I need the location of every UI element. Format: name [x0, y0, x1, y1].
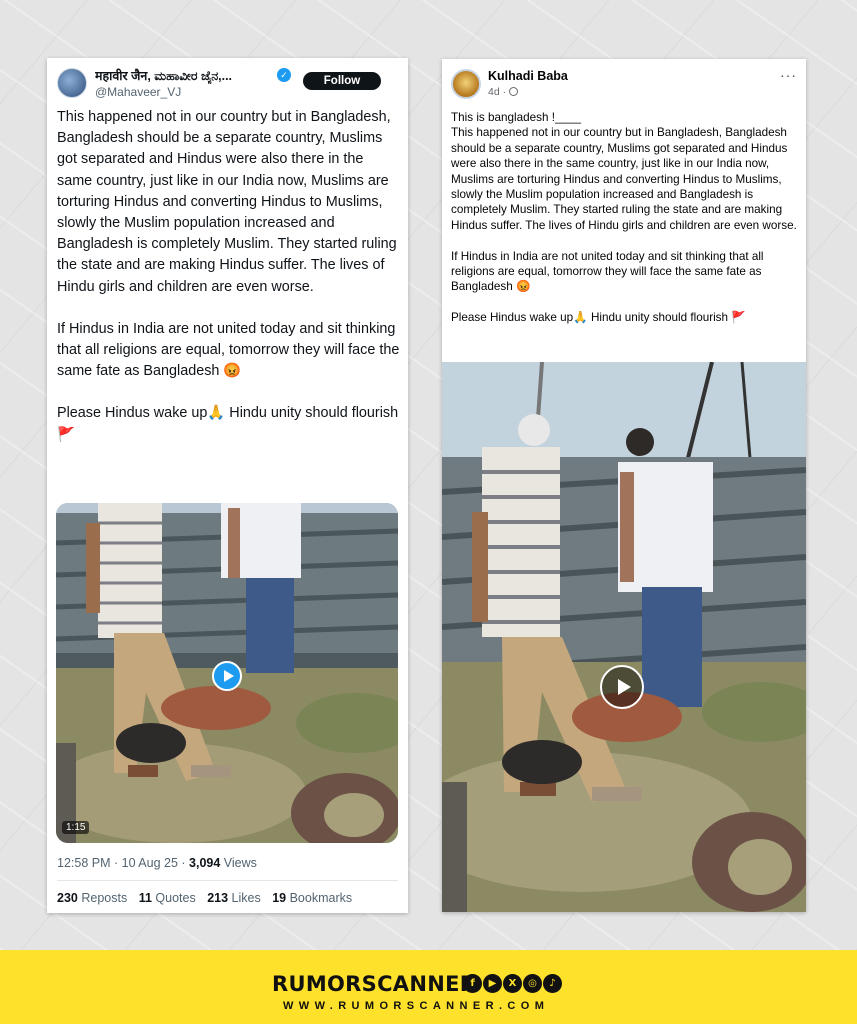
reposts-count: 230	[57, 891, 78, 905]
play-icon	[224, 670, 234, 682]
quotes-label: Quotes	[155, 891, 196, 905]
quotes-count: 11	[138, 891, 152, 905]
video-thumbnail[interactable]: 1:15	[56, 503, 398, 843]
verified-badge-icon: ✓	[277, 68, 291, 82]
video-thumbnail[interactable]	[442, 362, 806, 912]
post-time-label: 4d ·	[488, 86, 507, 98]
likes-stat[interactable]: 213 Likes	[207, 891, 261, 905]
website-url[interactable]: WWW.RUMORSCANNER.COM	[283, 1000, 549, 1012]
bookmarks-count: 19	[272, 891, 287, 905]
post-paragraph: This is bangladesh !____ This happened n…	[451, 111, 797, 232]
likes-label: Likes	[231, 891, 261, 905]
twitter-post-card: महावीर जैन, ಮಹಾವೀರ ಜೈನ,... ✓ @Mahaveer_V…	[47, 58, 408, 913]
footer-banner: RUMORSCANNER f ▶ X ◎ ♪ WWW.RUMORSCANNER.COM	[0, 950, 857, 1024]
author-handle[interactable]: @Mahaveer_VJ	[95, 85, 181, 99]
facebook-post-card: Kulhadi Baba 4d · ··· This is bangladesh…	[442, 59, 806, 912]
reposts-label: Reposts	[81, 891, 128, 905]
divider	[57, 880, 398, 881]
avatar[interactable]	[57, 68, 87, 98]
brand-logo: RUMORSCANNER	[272, 972, 477, 996]
facebook-icon[interactable]: f	[463, 974, 482, 993]
engagement-stats: 230 Reposts 11 Quotes 213 Likes 19 Bookm…	[57, 891, 360, 905]
play-icon	[618, 679, 631, 695]
globe-icon	[509, 87, 519, 96]
play-button[interactable]	[212, 661, 242, 691]
post-paragraph: This happened not in our country but in …	[57, 109, 397, 295]
bookmarks-stat[interactable]: 19 Bookmarks	[272, 891, 352, 905]
post-paragraph: Please Hindus wake up🙏 Hindu unity shoul…	[57, 405, 399, 443]
author-name[interactable]: महावीर जैन, ಮಹಾವೀರ ಜೈನ,...	[95, 67, 232, 84]
post-paragraph: If Hindus in India are not united today …	[57, 320, 400, 380]
follow-button[interactable]: Follow	[303, 72, 381, 90]
tiktok-icon[interactable]: ♪	[543, 974, 562, 993]
likes-count: 213	[207, 891, 229, 905]
youtube-icon[interactable]: ▶	[483, 974, 502, 993]
play-button[interactable]	[600, 665, 644, 709]
post-text: This is bangladesh !____ This happened n…	[451, 110, 801, 326]
post-meta: 12:58 PM · 10 Aug 25 · 3,094 Views	[57, 856, 257, 870]
post-time[interactable]: 4d ·	[488, 86, 519, 98]
post-text: This happened not in our country but in …	[57, 107, 402, 446]
bookmarks-label: Bookmarks	[289, 891, 353, 905]
post-header: महावीर जैन, ಮಹಾವೀರ ಜೈನ,... ✓ @Mahaveer_V…	[47, 58, 408, 102]
quotes-stat[interactable]: 11 Quotes	[139, 891, 196, 905]
post-paragraph: Please Hindus wake up🙏 Hindu unity shoul…	[451, 311, 746, 325]
more-options-button[interactable]: ···	[780, 67, 797, 83]
video-scene-image	[442, 362, 806, 912]
author-name[interactable]: Kulhadi Baba	[488, 69, 568, 83]
instagram-icon[interactable]: ◎	[523, 974, 542, 993]
views-count: 3,094	[189, 856, 221, 870]
views-label: Views	[220, 856, 257, 870]
post-paragraph: If Hindus in India are not united today …	[451, 249, 764, 294]
video-duration: 1:15	[62, 821, 90, 834]
avatar[interactable]	[451, 69, 481, 99]
timestamp[interactable]: 12:58 PM · 10 Aug 25 ·	[57, 856, 189, 870]
reposts-stat[interactable]: 230 Reposts	[57, 891, 127, 905]
social-icons: f ▶ X ◎ ♪	[463, 973, 563, 993]
x-icon[interactable]: X	[503, 974, 522, 993]
